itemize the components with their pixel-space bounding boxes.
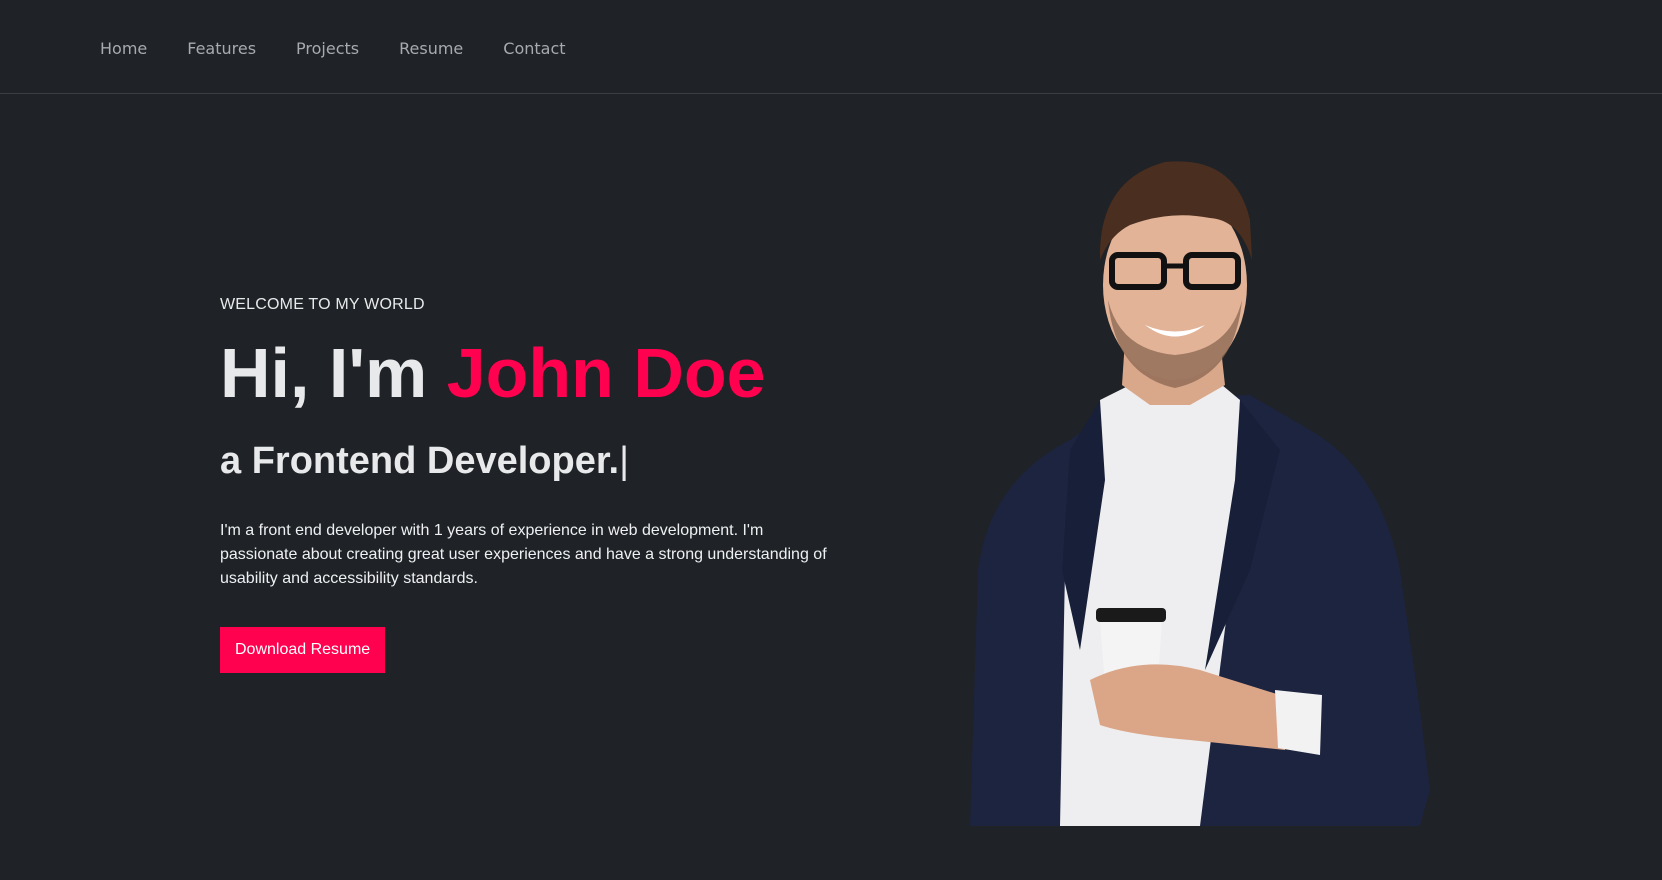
hero-headline: Hi, I'm John Doe bbox=[220, 338, 840, 408]
portrait-image bbox=[970, 161, 1430, 826]
role-text: a Frontend Developer. bbox=[220, 440, 620, 482]
typing-cursor: | bbox=[619, 440, 629, 482]
nav-menu: Home Features Projects Resume Contact bbox=[100, 39, 606, 59]
nav-link-resume[interactable]: Resume bbox=[399, 39, 463, 58]
nav-link-projects[interactable]: Projects bbox=[296, 39, 359, 58]
coffee-lid bbox=[1096, 608, 1166, 622]
nav-link-features[interactable]: Features bbox=[187, 39, 256, 58]
nav-link-home[interactable]: Home bbox=[100, 39, 147, 58]
role-typing-text: a Frontend Developer.| bbox=[220, 440, 840, 483]
download-resume-button[interactable]: Download Resume bbox=[220, 627, 386, 673]
shirt-cuff bbox=[1275, 690, 1322, 755]
top-navbar: Home Features Projects Resume Contact bbox=[0, 0, 1662, 94]
greeting-text: Hi, I'm bbox=[220, 334, 447, 412]
welcome-eyebrow: WELCOME TO MY WORLD bbox=[220, 296, 425, 313]
hero-name: John Doe bbox=[446, 334, 766, 412]
hero-section: WELCOME TO MY WORLD Hi, I'm John Doe a F… bbox=[220, 296, 840, 673]
bio-paragraph: I'm a front end developer with 1 years o… bbox=[220, 522, 827, 587]
nav-link-contact[interactable]: Contact bbox=[503, 39, 565, 58]
